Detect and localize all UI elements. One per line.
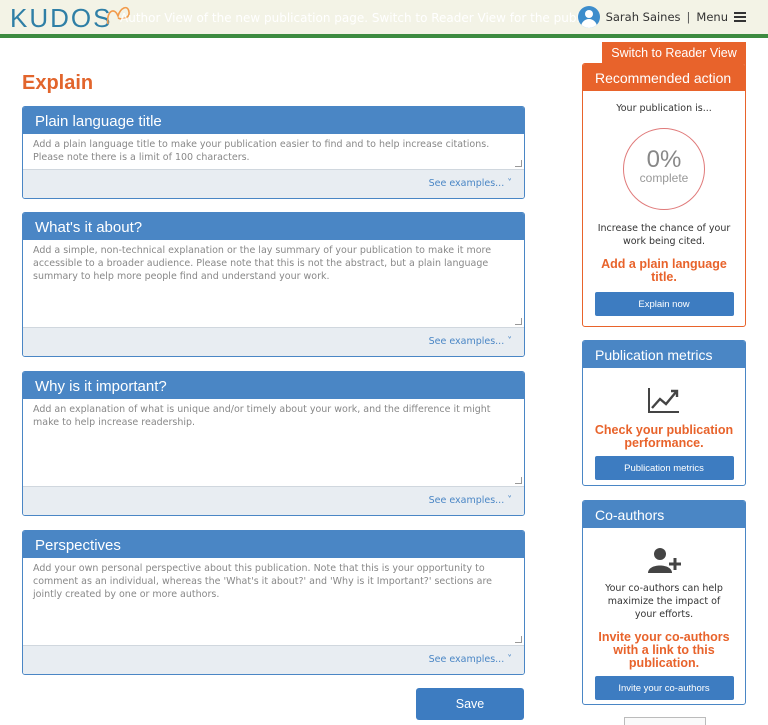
textarea-placeholder: Add a plain language title to make your …	[33, 139, 490, 163]
perspectives-textarea[interactable]: Add your own personal perspective about …	[23, 558, 524, 646]
resize-handle-icon[interactable]	[515, 318, 522, 325]
header-divider	[0, 34, 768, 38]
co-authors-cta-text: Invite your co-authors with a link to th…	[598, 630, 730, 670]
card-heading: Publication metrics	[583, 341, 745, 368]
section-perspectives: Perspectives Add your own personal persp…	[22, 530, 525, 675]
progress-percent: 0%	[646, 146, 682, 173]
page-title: Explain	[22, 72, 94, 94]
user-menu[interactable]: Sarah Saines | Menu	[577, 6, 746, 28]
section-plain-language-title: Plain language title Add a plain languag…	[22, 106, 525, 199]
progress-intro: Your publication is...	[616, 103, 712, 114]
progress-ring: 0% complete	[623, 128, 705, 210]
section-heading: Why is it important?	[23, 372, 524, 399]
textarea-placeholder: Add an explanation of what is unique and…	[33, 404, 491, 428]
textarea-placeholder: Add a simple, non-technical explanation …	[33, 245, 492, 282]
recommended-body-text: Increase the chance of your work being c…	[597, 223, 731, 247]
whats-it-about-textarea[interactable]: Add a simple, non-technical explanation …	[23, 240, 524, 328]
resize-handle-icon[interactable]	[515, 636, 522, 643]
partial-widget	[624, 717, 706, 725]
add-user-icon	[648, 548, 681, 573]
textarea-placeholder: Add your own personal perspective about …	[33, 563, 493, 600]
plain-title-textarea[interactable]: Add a plain language title to make your …	[23, 134, 524, 170]
see-examples-link[interactable]: See examples... ˅	[23, 328, 524, 356]
card-heading: Co-authors	[583, 501, 745, 528]
co-authors-card: Co-authors Your co-authors can help maxi…	[582, 500, 746, 705]
publication-metrics-button[interactable]: Publication metrics	[594, 456, 734, 480]
save-button[interactable]: Save	[416, 688, 524, 720]
hamburger-menu-icon[interactable]	[734, 12, 746, 22]
user-name[interactable]: Sarah Saines	[606, 10, 681, 24]
section-why-important: Why is it important? Add an explanation …	[22, 371, 525, 516]
card-heading: Recommended action	[583, 64, 745, 91]
top-header: KUDOS Author View of the new publication…	[0, 0, 768, 38]
section-heading: Perspectives	[23, 531, 524, 558]
chart-trend-icon	[648, 388, 679, 413]
see-examples-link[interactable]: See examples... ˅	[23, 487, 524, 515]
metrics-cta-text: Check your publication performance.	[594, 423, 734, 450]
menu-label[interactable]: Menu	[696, 10, 728, 24]
progress-label: complete	[639, 171, 689, 185]
resize-handle-icon[interactable]	[515, 477, 522, 484]
section-heading: What's it about?	[23, 213, 524, 240]
kudos-logo[interactable]: KUDOS	[10, 3, 112, 34]
explain-now-button[interactable]: Explain now	[594, 292, 734, 316]
header-separator: |	[686, 10, 691, 24]
author-view-banner: Author View of the new publication page.…	[120, 11, 590, 25]
see-examples-link[interactable]: See examples... ˅	[23, 646, 524, 674]
resize-handle-icon[interactable]	[515, 160, 522, 167]
section-heading: Plain language title	[23, 107, 524, 134]
publication-metrics-card: Publication metrics Check your publicati…	[582, 340, 746, 486]
co-authors-body-text: Your co-authors can help maximize the im…	[605, 583, 723, 620]
why-important-textarea[interactable]: Add an explanation of what is unique and…	[23, 399, 524, 487]
section-whats-it-about: What's it about? Add a simple, non-techn…	[22, 212, 525, 357]
recommended-cta-text: Add a plain language title.	[601, 257, 727, 284]
invite-co-authors-button[interactable]: Invite your co-authors	[594, 676, 734, 700]
user-avatar-icon[interactable]	[577, 6, 600, 28]
see-examples-link[interactable]: See examples... ˅	[23, 170, 524, 198]
recommended-action-card: Recommended action Your publication is..…	[582, 63, 746, 327]
